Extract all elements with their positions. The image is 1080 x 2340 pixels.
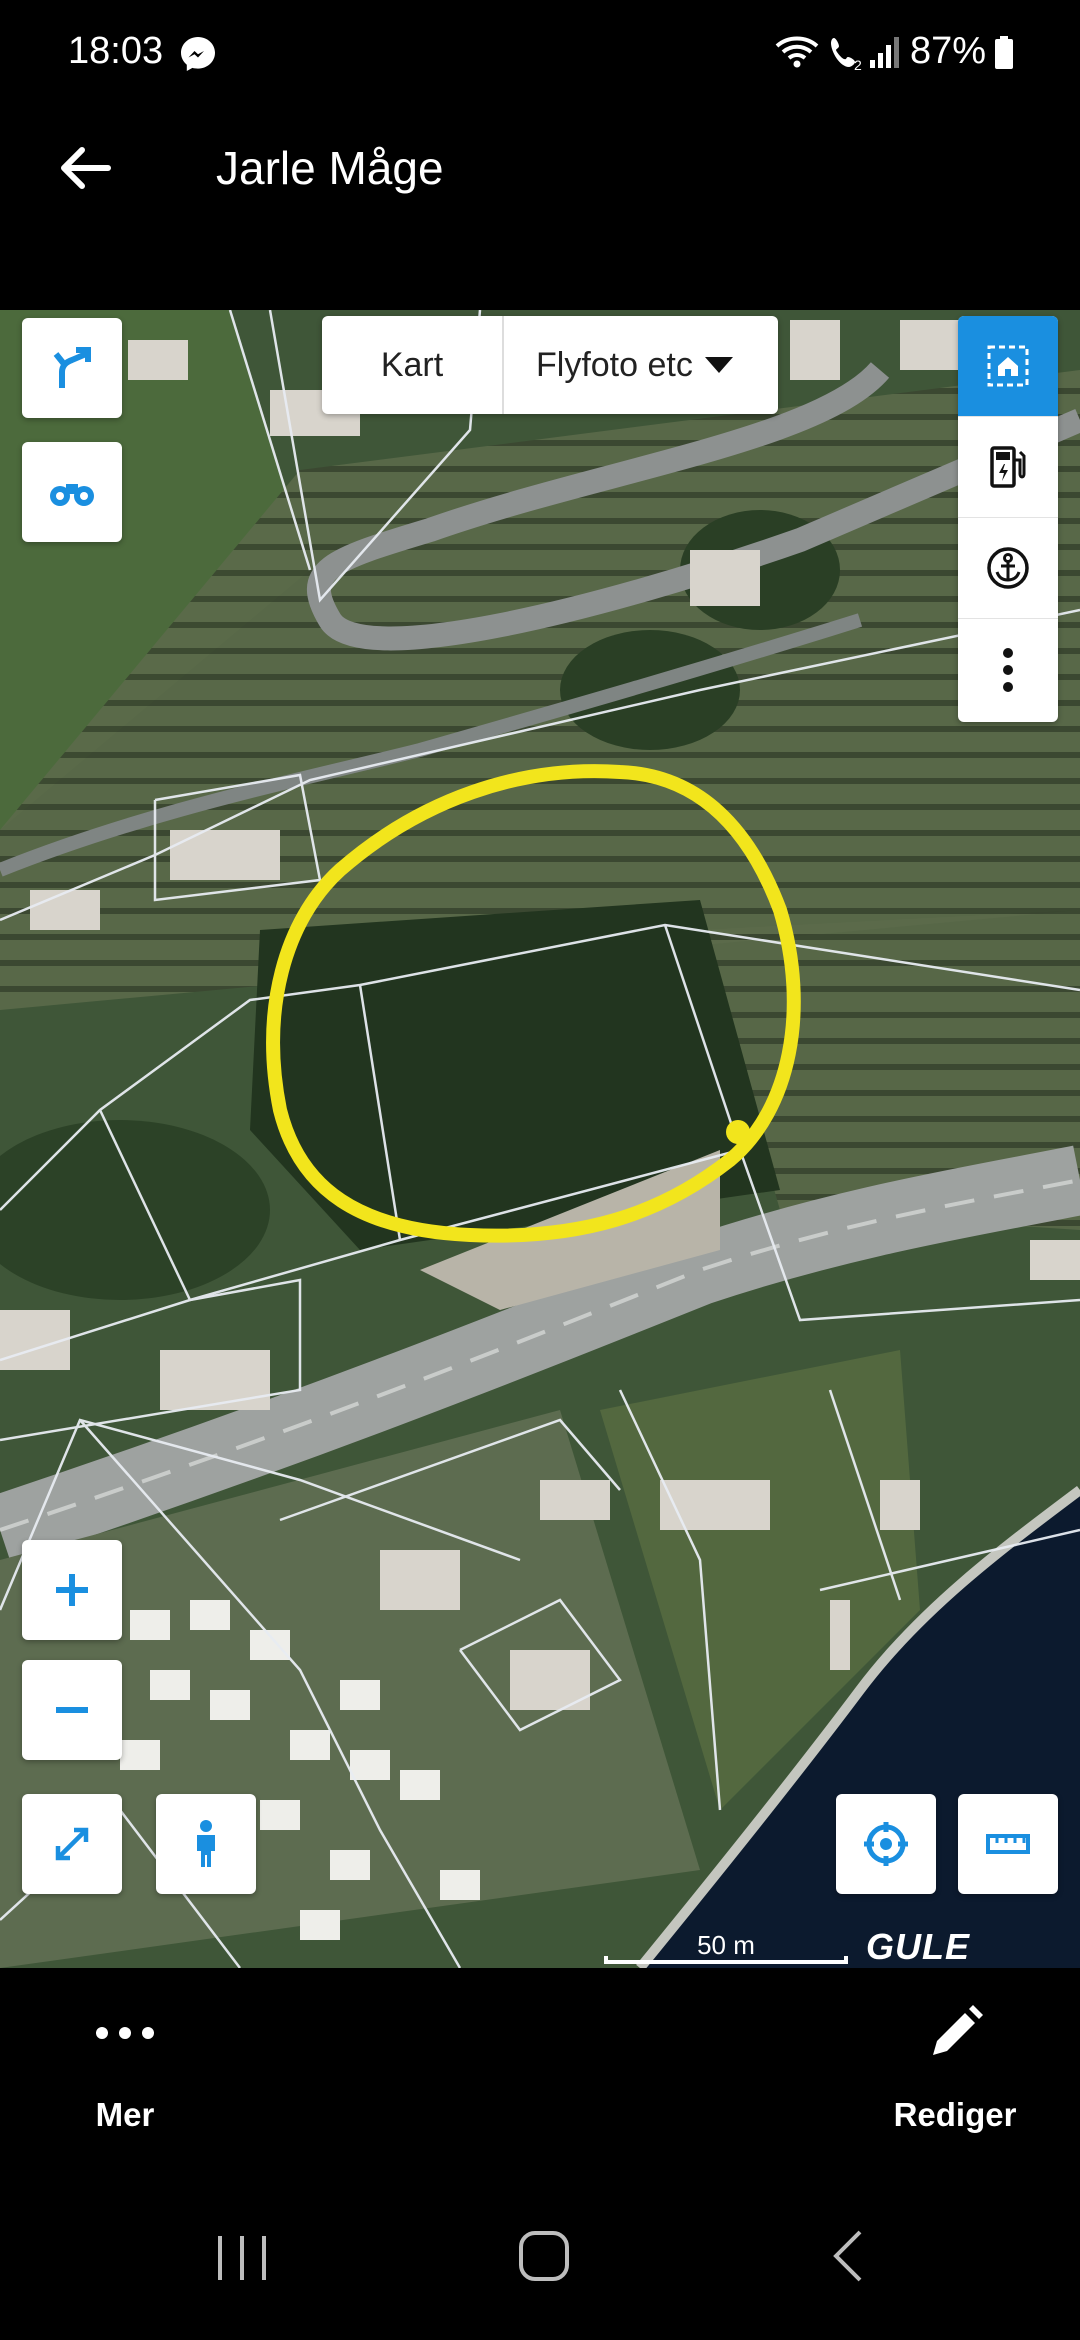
route-button[interactable]: [22, 318, 122, 418]
home-icon[interactable]: [518, 2230, 570, 2282]
page-title: Jarle Måge: [216, 142, 444, 194]
right-toolbar: [958, 316, 1058, 722]
more-label: Mer: [95, 2096, 155, 2133]
explore-button[interactable]: [22, 442, 122, 542]
charging-station-button[interactable]: [958, 417, 1058, 518]
charging-station-icon: [990, 446, 1026, 488]
binoculars-icon: [50, 484, 94, 506]
fullscreen-button[interactable]: [22, 1794, 122, 1894]
more-button[interactable]: Mer: [60, 1988, 190, 2158]
gule-sider-logo: GULE SIDER: [866, 1926, 971, 1967]
measure-button[interactable]: [958, 1794, 1058, 1894]
system-nav-bar: [0, 2178, 1080, 2340]
home-select-button[interactable]: [958, 316, 1058, 417]
svg-text:2: 2: [854, 57, 862, 72]
ruler-icon: [986, 1834, 1030, 1854]
minus-icon: [56, 1707, 88, 1713]
messenger-icon: [181, 37, 215, 71]
caret-down-icon: [704, 357, 733, 373]
anchor-icon: [987, 547, 1029, 589]
more-horizontal-icon: [96, 2027, 154, 2039]
wifi-call-icon: 2: [831, 38, 862, 72]
status-bar: 18:03 2 87%: [0, 0, 1080, 105]
scale-line: [604, 1956, 848, 1964]
more-vertical-icon: [1003, 647, 1013, 692]
battery-icon: [995, 36, 1013, 69]
plus-icon: [56, 1574, 88, 1606]
scale-bar: 50 m: [604, 1930, 848, 1966]
status-time: 18:03: [68, 30, 164, 72]
layer-flyfoto-dropdown[interactable]: Flyfoto etc: [504, 316, 778, 414]
recents-icon[interactable]: [212, 2232, 272, 2284]
layer-flyfoto-label: Flyfoto etc: [536, 345, 693, 384]
person-icon: [197, 1820, 215, 1867]
anchor-button[interactable]: [958, 518, 1058, 619]
edit-button[interactable]: Rediger: [860, 1988, 1050, 2158]
back-icon[interactable]: [828, 2228, 868, 2284]
edit-label: Rediger: [893, 2096, 1017, 2133]
route-icon: [53, 347, 91, 388]
layer-switch: Kart Flyfoto etc: [322, 316, 778, 414]
bottom-action-bar: Mer Rediger: [0, 1968, 1080, 2178]
fullscreen-icon: [55, 1827, 89, 1861]
layer-kart-button[interactable]: Kart: [322, 316, 504, 414]
map-view[interactable]: Kart Flyfoto etc 50 m GULE: [0, 310, 1080, 1968]
pencil-icon: [933, 2005, 983, 2055]
app-bar: Jarle Måge: [0, 105, 1080, 310]
locate-button[interactable]: [836, 1794, 936, 1894]
arrow-left-icon[interactable]: [50, 133, 120, 203]
zoom-in-button[interactable]: [22, 1540, 122, 1640]
wifi-icon: [775, 36, 819, 68]
more-tools-button[interactable]: [958, 619, 1058, 720]
locate-icon: [864, 1822, 908, 1866]
battery-percentage: 87%: [910, 30, 987, 72]
signal-icon: [870, 37, 899, 68]
aerial-map[interactable]: [0, 310, 1080, 1968]
home-select-icon: [987, 345, 1029, 387]
zoom-out-button[interactable]: [22, 1660, 122, 1760]
street-view-button[interactable]: [156, 1794, 256, 1894]
